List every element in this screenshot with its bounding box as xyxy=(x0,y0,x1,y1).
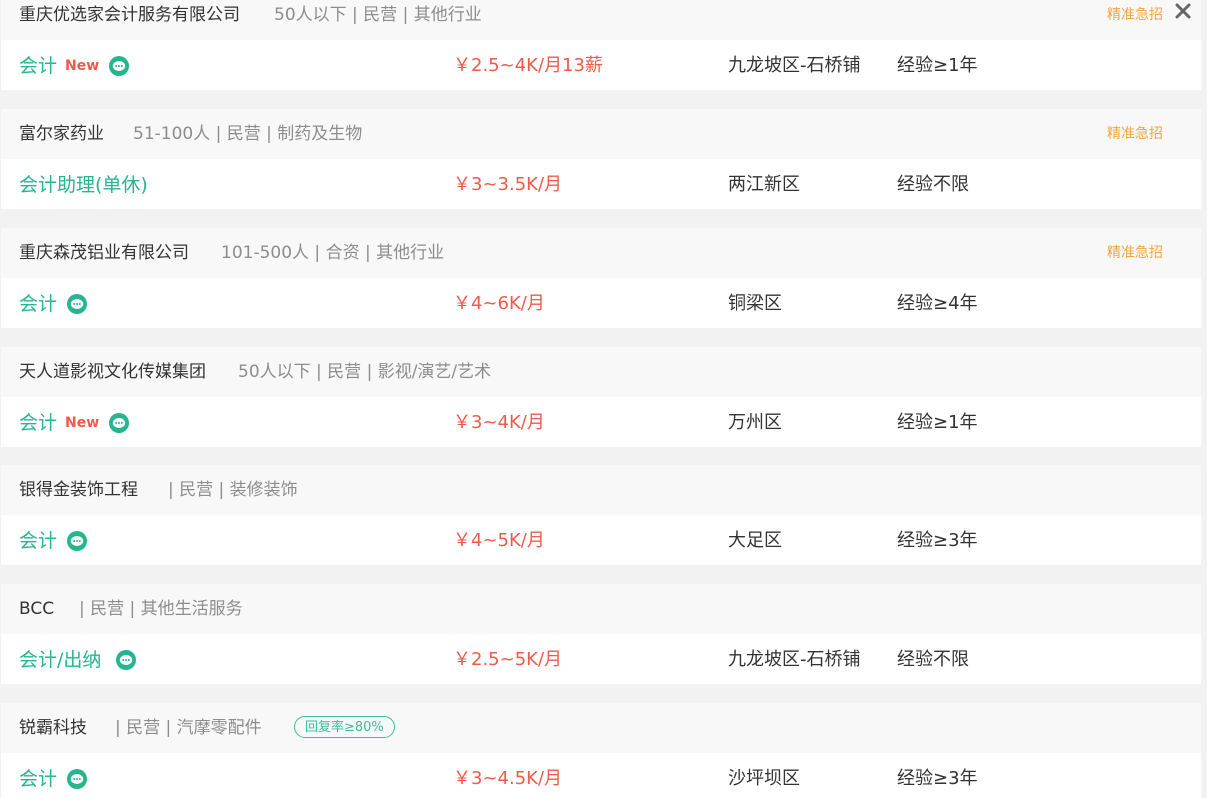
experience-requirement: 经验≥1年 xyxy=(897,55,978,76)
salary: ￥2.5~5K/月 xyxy=(453,649,563,670)
company-meta: 50人以下 | 民营 | 其他行业 xyxy=(274,5,482,25)
company-name[interactable]: 富尔家药业 xyxy=(19,122,104,146)
urgent-hiring-tag: 精准急招 xyxy=(1107,126,1163,142)
urgent-hiring-tag: 精准急招 xyxy=(1107,245,1163,261)
card-body: 会计 New ￥2.5~4K/月13薪 九龙坡区-石桥铺 经验≥1年 xyxy=(1,40,1201,90)
new-badge: New xyxy=(65,415,100,431)
close-icon[interactable] xyxy=(1172,0,1194,22)
salary: ￥3~4K/月 xyxy=(453,412,545,433)
job-card[interactable]: 银得金装饰工程 | 民营 | 装修装饰会计 ￥4~5K/月 大足区 经验≥3年 xyxy=(1,465,1201,565)
card-header: 锐霸科技 | 民营 | 汽摩零配件 回复率≥80% xyxy=(1,703,1201,753)
company-name[interactable]: 重庆森茂铝业有限公司 xyxy=(19,241,189,265)
job-card[interactable]: BCC | 民营 | 其他生活服务会计/出纳 ￥2.5~5K/月 九龙坡区-石桥铺 经验… xyxy=(1,584,1201,684)
location: 九龙坡区-石桥铺 xyxy=(728,55,861,76)
card-header: 富尔家药业 51-100人 | 民营 | 制药及生物 精准急招 xyxy=(1,109,1201,159)
company-name[interactable]: 锐霸科技 xyxy=(19,716,87,740)
company-name[interactable]: 重庆优选家会计服务有限公司 xyxy=(19,3,240,27)
location: 铜梁区 xyxy=(728,293,782,314)
experience-requirement: 经验≥3年 xyxy=(897,530,978,551)
card-body: 会计/出纳 ￥2.5~5K/月 九龙坡区-石桥铺 经验不限 xyxy=(1,634,1201,684)
new-badge: New xyxy=(65,58,100,74)
card-body: 会计 New ￥3~4K/月 万州区 经验≥1年 xyxy=(1,397,1201,447)
company-meta: | 民营 | 汽摩零配件 xyxy=(115,718,262,738)
salary: ￥2.5~4K/月13薪 xyxy=(453,55,603,76)
location: 两江新区 xyxy=(728,174,800,195)
chat-bubble-icon[interactable] xyxy=(66,530,88,552)
salary: ￥3~4.5K/月 xyxy=(453,768,563,789)
card-header: 天人道影视文化传媒集团 50人以下 | 民营 | 影视/演艺/艺术 xyxy=(1,347,1201,397)
company-meta: | 民营 | 装修装饰 xyxy=(168,480,298,500)
location: 大足区 xyxy=(728,530,782,551)
company-meta: 101-500人 | 合资 | 其他行业 xyxy=(221,243,445,263)
chat-bubble-icon[interactable] xyxy=(108,55,130,77)
job-title-link[interactable]: 会计 xyxy=(19,766,57,792)
job-title-link[interactable]: 会计/出纳 xyxy=(19,647,101,673)
card-body: 会计 ￥4~5K/月 大足区 经验≥3年 xyxy=(1,515,1201,565)
experience-requirement: 经验≥1年 xyxy=(897,412,978,433)
experience-requirement: 经验不限 xyxy=(897,649,969,670)
location: 九龙坡区-石桥铺 xyxy=(728,649,861,670)
salary: ￥4~6K/月 xyxy=(453,293,545,314)
card-body: 会计 ￥3~4.5K/月 沙坪坝区 经验≥3年 xyxy=(1,753,1201,798)
job-card[interactable]: 重庆优选家会计服务有限公司 50人以下 | 民营 | 其他行业 精准急招会计 New ￥… xyxy=(1,0,1201,90)
experience-requirement: 经验不限 xyxy=(897,174,969,195)
job-title-link[interactable]: 会计 xyxy=(19,528,57,554)
job-card[interactable]: 重庆森茂铝业有限公司 101-500人 | 合资 | 其他行业 精准急招会计 ￥4~6… xyxy=(1,228,1201,328)
card-body: 会计 ￥4~6K/月 铜梁区 经验≥4年 xyxy=(1,278,1201,328)
job-title-link[interactable]: 会计助理(单休) xyxy=(19,172,148,198)
job-title-link[interactable]: 会计 xyxy=(19,410,57,436)
card-header: 重庆优选家会计服务有限公司 50人以下 | 民营 | 其他行业 精准急招 xyxy=(1,0,1201,40)
company-meta: 51-100人 | 民营 | 制药及生物 xyxy=(133,124,363,144)
company-name[interactable]: 银得金装饰工程 xyxy=(19,478,138,502)
location: 沙坪坝区 xyxy=(728,768,800,789)
company-meta: | 民营 | 其他生活服务 xyxy=(79,599,243,619)
job-card[interactable]: 天人道影视文化传媒集团 50人以下 | 民营 | 影视/演艺/艺术会计 New ￥3~… xyxy=(1,347,1201,447)
job-card[interactable]: 锐霸科技 | 民营 | 汽摩零配件 回复率≥80% 会计 ￥3~4.5K/月 沙坪坝区 经验… xyxy=(1,703,1201,798)
salary: ￥3~3.5K/月 xyxy=(453,174,563,195)
chat-bubble-icon[interactable] xyxy=(66,293,88,315)
location: 万州区 xyxy=(728,412,782,433)
reply-rate-badge: 回复率≥80% xyxy=(294,716,395,738)
company-name[interactable]: 天人道影视文化传媒集团 xyxy=(19,360,206,384)
experience-requirement: 经验≥4年 xyxy=(897,293,978,314)
job-title-link[interactable]: 会计 xyxy=(19,291,57,317)
card-header: BCC | 民营 | 其他生活服务 xyxy=(1,584,1201,634)
card-header: 银得金装饰工程 | 民营 | 装修装饰 xyxy=(1,465,1201,515)
salary: ￥4~5K/月 xyxy=(453,530,545,551)
urgent-hiring-tag: 精准急招 xyxy=(1107,7,1163,23)
company-name[interactable]: BCC xyxy=(19,597,54,621)
chat-bubble-icon[interactable] xyxy=(115,649,137,671)
chat-bubble-icon[interactable] xyxy=(108,412,130,434)
experience-requirement: 经验≥3年 xyxy=(897,768,978,789)
card-header: 重庆森茂铝业有限公司 101-500人 | 合资 | 其他行业 精准急招 xyxy=(1,228,1201,278)
card-body: 会计助理(单休) ￥3~3.5K/月 两江新区 经验不限 xyxy=(1,159,1201,209)
job-title-link[interactable]: 会计 xyxy=(19,53,57,79)
job-list: 重庆优选家会计服务有限公司 50人以下 | 民营 | 其他行业 精准急招 会计 New ￥… xyxy=(0,0,1201,798)
chat-bubble-icon[interactable] xyxy=(66,768,88,790)
company-meta: 50人以下 | 民营 | 影视/演艺/艺术 xyxy=(238,362,492,382)
job-card[interactable]: 富尔家药业 51-100人 | 民营 | 制药及生物 精准急招会计助理(单休) ￥3~… xyxy=(1,109,1201,209)
